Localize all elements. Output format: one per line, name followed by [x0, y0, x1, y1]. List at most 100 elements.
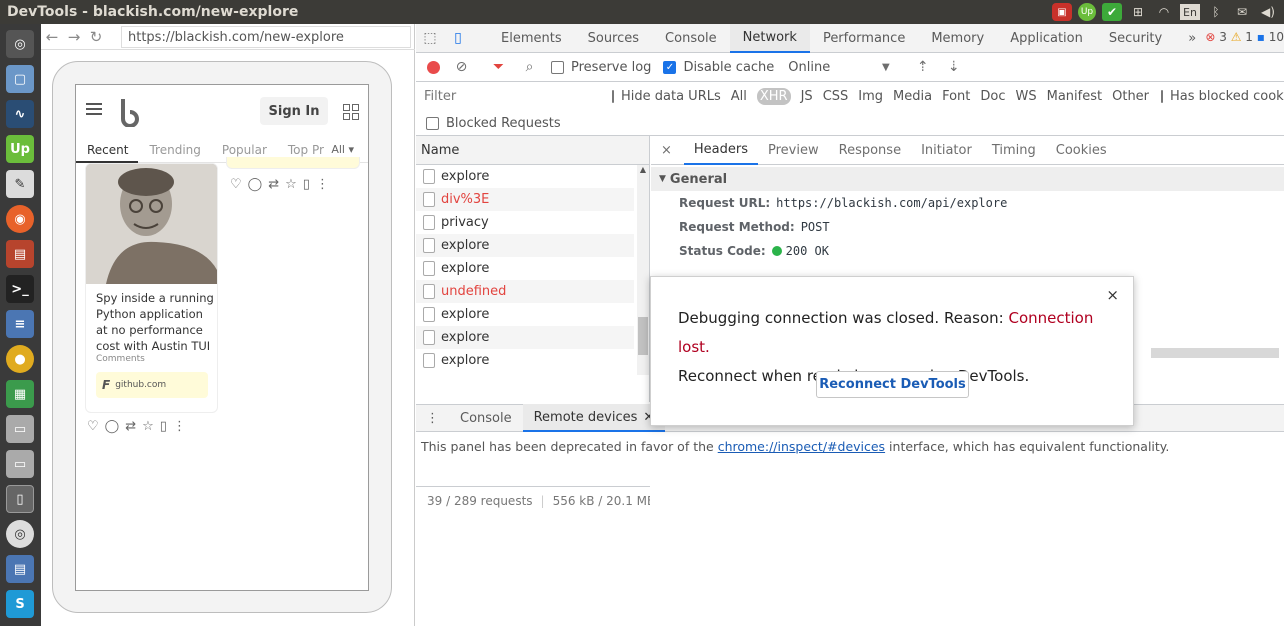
filter-img[interactable]: Img	[858, 89, 883, 104]
filter-xhr[interactable]: XHR	[756, 88, 791, 105]
tab-security[interactable]: Security	[1096, 24, 1175, 53]
spreadsheet-icon[interactable]: ▦	[6, 380, 34, 408]
inspect-devices-link[interactable]: chrome://inspect/#devices	[718, 439, 885, 454]
notes-icon[interactable]: ≡	[6, 310, 34, 338]
post-title[interactable]: Spy inside a running Python application …	[96, 290, 214, 354]
post-source-link[interactable]: F github.com	[96, 372, 208, 398]
tab-network[interactable]: Network	[729, 23, 810, 53]
has-blocked-cookies-checkbox[interactable]	[1161, 90, 1164, 103]
device-icon[interactable]: ▯	[6, 485, 34, 513]
preserve-log-checkbox[interactable]	[551, 60, 564, 74]
document-icon[interactable]: ▤	[6, 555, 34, 583]
blocked-requests-checkbox[interactable]	[426, 116, 439, 130]
address-bar[interactable]: https://blackish.com/new-explore	[121, 26, 411, 48]
filter-other[interactable]: Other	[1112, 89, 1149, 104]
filter-input[interactable]	[420, 86, 598, 107]
tab-response[interactable]: Response	[829, 136, 911, 165]
bookmark-icon[interactable]: ▯	[303, 177, 310, 192]
filter-font[interactable]: Font	[942, 89, 970, 104]
terminal-icon[interactable]: >_	[6, 275, 34, 303]
tab-memory[interactable]: Memory	[918, 24, 997, 53]
drawer-tab-console[interactable]: Console	[449, 404, 523, 432]
scrollbar-thumb[interactable]	[638, 317, 648, 355]
filter-manifest[interactable]: Manifest	[1047, 89, 1102, 104]
tab-application[interactable]: Application	[997, 24, 1096, 53]
tab-preview[interactable]: Preview	[758, 136, 829, 165]
files-icon[interactable]: ▤	[6, 240, 34, 268]
tab-sources[interactable]: Sources	[575, 24, 652, 53]
tab-recent[interactable]: Recent	[76, 137, 139, 163]
request-row[interactable]: explore	[416, 326, 634, 349]
upwork-icon[interactable]: Up	[1078, 3, 1096, 21]
volume-icon[interactable]: ◀)	[1258, 3, 1278, 21]
disc-icon[interactable]: ◎	[6, 520, 34, 548]
issues-counter[interactable]: ⊗ 3 ⚠ 1 ▪ 10	[1205, 30, 1284, 44]
drawer-tab-remote-devices[interactable]: Remote devices ✕	[522, 404, 666, 432]
skype-icon[interactable]: S	[6, 590, 34, 618]
mail-icon[interactable]: ✉	[1232, 3, 1252, 21]
dialog-close-icon[interactable]: ×	[1106, 286, 1119, 304]
chrome-icon[interactable]: ●	[6, 345, 34, 373]
name-column-header[interactable]: Name	[416, 136, 649, 165]
menu-icon[interactable]	[86, 103, 102, 115]
tab-headers[interactable]: Headers	[683, 136, 759, 165]
virtualbox-icon[interactable]: ▢	[6, 65, 34, 93]
like-icon[interactable]: ♡	[87, 419, 99, 434]
bluetooth-icon[interactable]: ᛒ	[1206, 3, 1226, 21]
clear-icon[interactable]: ⊘	[446, 59, 477, 75]
forward-icon[interactable]: →	[63, 28, 85, 46]
reconnect-devtools-button[interactable]: Reconnect DevTools	[816, 371, 969, 398]
tab-elements[interactable]: Elements	[488, 24, 575, 53]
request-row[interactable]: div%3E	[416, 188, 634, 211]
tab-initiator[interactable]: Initiator	[911, 136, 982, 165]
tab-console[interactable]: Console	[652, 24, 730, 53]
request-row[interactable]: undefined	[416, 280, 634, 303]
dash-icon[interactable]: ◎	[6, 30, 34, 58]
inspect-element-icon[interactable]: ⬚	[416, 24, 444, 53]
chevron-down-icon[interactable]: ▼	[870, 62, 901, 73]
disable-cache-checkbox[interactable]: ✓	[663, 60, 677, 74]
repost-icon[interactable]: ⇄	[125, 419, 136, 434]
back-icon[interactable]: ←	[41, 28, 63, 46]
filter-media[interactable]: Media	[893, 89, 932, 104]
import-har-icon[interactable]: ⇡	[907, 59, 938, 75]
request-row[interactable]: explore	[416, 234, 634, 257]
check-icon[interactable]: ✔	[1102, 3, 1122, 21]
filter-doc[interactable]: Doc	[980, 89, 1005, 104]
comment-icon[interactable]: ◯	[105, 419, 120, 434]
request-list-scrollbar[interactable]: ▲	[637, 165, 649, 375]
search-icon[interactable]: ⌕	[514, 59, 545, 75]
request-row[interactable]: explore	[416, 303, 634, 326]
workspaces-icon[interactable]: ⊞	[1128, 3, 1148, 21]
request-row[interactable]: explore	[416, 257, 634, 280]
wifi-icon[interactable]: ◠	[1154, 3, 1174, 21]
all-filter-dropdown[interactable]: All ▾	[327, 143, 358, 156]
star-icon[interactable]: ☆	[285, 177, 297, 192]
post-card[interactable]: Spy inside a running Python application …	[85, 163, 218, 413]
reload-icon[interactable]: ↻	[85, 28, 107, 46]
wireshark-icon[interactable]: ∿	[6, 100, 34, 128]
throttle-select[interactable]: Online	[788, 60, 858, 75]
drive-icon[interactable]: ▭	[6, 415, 34, 443]
filter-icon[interactable]: ⏷	[483, 59, 514, 75]
device-toolbar-icon[interactable]: ▯	[444, 24, 472, 53]
request-row[interactable]: explore	[416, 165, 634, 188]
more-icon[interactable]: ⋮	[316, 177, 329, 192]
keyboard-language-indicator[interactable]: En	[1180, 4, 1200, 20]
repost-icon[interactable]: ⇄	[268, 177, 279, 192]
request-row[interactable]: explore	[416, 349, 634, 372]
filter-all[interactable]: All	[731, 89, 747, 104]
firefox-icon[interactable]: ◉	[6, 205, 34, 233]
upwork-app-icon[interactable]: Up	[6, 135, 34, 163]
more-tabs-icon[interactable]: »	[1175, 24, 1209, 53]
tab-trending[interactable]: Trending	[138, 137, 210, 163]
filter-js[interactable]: JS	[801, 89, 813, 104]
like-icon[interactable]: ♡	[230, 177, 242, 192]
text-editor-icon[interactable]: ✎	[6, 170, 34, 198]
sign-in-button[interactable]: Sign In	[260, 97, 328, 125]
post-comments-label[interactable]: Comments	[96, 354, 145, 364]
drawer-menu-icon[interactable]: ⋮	[416, 404, 449, 432]
filter-ws[interactable]: WS	[1016, 89, 1037, 104]
hide-data-urls-checkbox[interactable]	[612, 90, 614, 103]
shield-icon[interactable]: ▣	[1052, 3, 1072, 21]
